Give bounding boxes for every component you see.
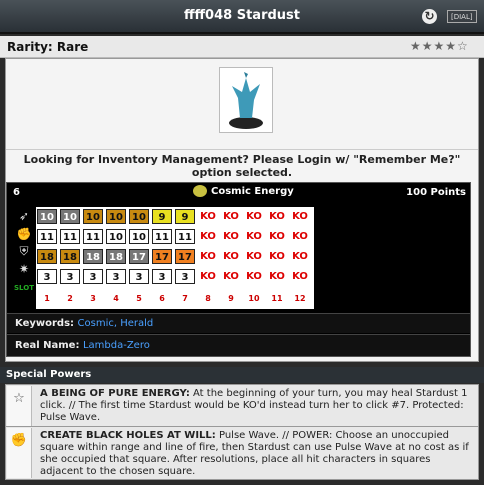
- dial-cell: 18: [37, 249, 57, 264]
- dial-cell: 10: [60, 209, 80, 224]
- real-name-value[interactable]: Lambda-Zero: [83, 340, 150, 351]
- damage-icon: ✷: [18, 261, 30, 276]
- dial-cell: 10: [129, 229, 149, 244]
- refresh-icon[interactable]: ↻: [422, 9, 437, 24]
- slot-number: 9: [228, 294, 234, 303]
- dial-cell: KO: [200, 271, 216, 282]
- title-bar: ffff048 Stardust ↻ [DIAL]: [0, 0, 484, 34]
- dial-cell: 9: [175, 209, 195, 224]
- dial-cell: KO: [223, 231, 239, 242]
- dial-cell: 9: [152, 209, 172, 224]
- dial-cell: 3: [175, 269, 195, 284]
- inventory-message: Looking for Inventory Management? Please…: [6, 149, 478, 181]
- attack-icon: ✊: [16, 226, 32, 241]
- point-value: 100 Points: [406, 187, 466, 198]
- dial-cell: 10: [106, 209, 126, 224]
- dial-cell: KO: [200, 231, 216, 242]
- figure-image: [219, 67, 273, 133]
- dial-cell: 3: [83, 269, 103, 284]
- dial-cell: 11: [60, 229, 80, 244]
- keywords-label: Keywords:: [15, 318, 75, 329]
- fist-icon: ✊: [7, 428, 32, 478]
- dial-cell: 17: [152, 249, 172, 264]
- slot-number: 5: [136, 294, 142, 303]
- dial-cell: 11: [83, 229, 103, 244]
- dial-cell: 17: [175, 249, 195, 264]
- dial-cell: KO: [269, 271, 285, 282]
- power-text: CREATE BLACK HOLES AT WILL: Pulse Wave. …: [40, 430, 474, 478]
- dial-cell: 18: [106, 249, 126, 264]
- dial-cell: KO: [292, 251, 308, 262]
- slot-label: SLOT: [14, 284, 34, 293]
- dial-cell: KO: [223, 251, 239, 262]
- power-name: CREATE BLACK HOLES AT WILL:: [40, 430, 216, 441]
- dial-cell: KO: [269, 211, 285, 222]
- point-marker: 6: [13, 187, 20, 198]
- stat-icons: ➶ ✊ ⛨ ✷ SLOT: [13, 209, 35, 297]
- keyword-title: Cosmic Energy: [211, 186, 294, 197]
- figure-title: ffff048 Stardust: [184, 8, 300, 23]
- dial-cell: KO: [292, 231, 308, 242]
- slot-number: 12: [294, 294, 306, 303]
- rarity-label: Rarity: Rare: [7, 40, 89, 54]
- dial-cell: 10: [83, 209, 103, 224]
- dial-cell: 3: [60, 269, 80, 284]
- speed-icon: ➶: [18, 209, 30, 223]
- slot-number: 1: [44, 294, 50, 303]
- dial-cell: 18: [83, 249, 103, 264]
- combat-dial: 6 Cosmic Energy 100 Points ➶ ✊ ⛨ ✷ SLOT …: [6, 182, 471, 357]
- dial-header: 6 Cosmic Energy 100 Points: [7, 183, 470, 203]
- dial-cell: 11: [175, 229, 195, 244]
- slot-number: 7: [182, 294, 188, 303]
- dial-cell: KO: [269, 231, 285, 242]
- dial-cell: KO: [246, 231, 262, 242]
- dial-cell: 11: [152, 229, 172, 244]
- dial-cell: KO: [223, 271, 239, 282]
- slot-number: 8: [205, 294, 211, 303]
- dial-cell: 3: [106, 269, 126, 284]
- dial-cell: KO: [200, 251, 216, 262]
- slot-number: 10: [248, 294, 260, 303]
- dial-button[interactable]: [DIAL]: [447, 10, 477, 23]
- real-name-row: Real Name: Lambda-Zero: [7, 334, 470, 356]
- dial-cell: 11: [37, 229, 57, 244]
- keywords-row: Keywords: Cosmic, Herald: [7, 313, 470, 333]
- dial-cell: 3: [37, 269, 57, 284]
- dial-grid: 10 10 10 10 10 9 9 KO KO KO KO KO 11 11 11 10 10 11 11 KO KO…: [36, 207, 314, 309]
- dial-cell: KO: [246, 251, 262, 262]
- rating-stars[interactable]: ★★★★☆: [410, 39, 469, 53]
- power-create-black-holes: ✊ CREATE BLACK HOLES AT WILL: Pulse Wave…: [5, 426, 479, 480]
- dial-cell: KO: [223, 211, 239, 222]
- cosmic-energy-icon: [193, 185, 207, 197]
- slot-number: 11: [271, 294, 283, 303]
- dial-cell: KO: [269, 251, 285, 262]
- power-name: A BEING OF PURE ENERGY:: [40, 388, 190, 399]
- dial-cell: 3: [129, 269, 149, 284]
- dial-cell: KO: [246, 271, 262, 282]
- dial-cell: KO: [200, 211, 216, 222]
- dial-cell: 17: [129, 249, 149, 264]
- defense-icon: ⛨: [19, 244, 29, 259]
- dial-cell: KO: [246, 211, 262, 222]
- slot-number: 4: [113, 294, 119, 303]
- dial-cell: 3: [152, 269, 172, 284]
- slot-number: 2: [67, 294, 73, 303]
- dial-keyword: Cosmic Energy: [193, 185, 294, 197]
- slot-number: 6: [159, 294, 165, 303]
- dial-cell: 10: [106, 229, 126, 244]
- power-text: A BEING OF PURE ENERGY: At the beginning…: [40, 388, 474, 424]
- dial-cell: KO: [292, 211, 308, 222]
- real-name-label: Real Name:: [15, 340, 80, 351]
- dial-cell: 10: [37, 209, 57, 224]
- slot-number: 3: [90, 294, 96, 303]
- keywords-value[interactable]: Cosmic, Herald: [78, 318, 154, 329]
- dial-cell: KO: [292, 271, 308, 282]
- dial-cell: 18: [60, 249, 80, 264]
- rarity-bar: Rarity: Rare ★★★★☆: [0, 36, 484, 58]
- star-icon: ☆: [7, 386, 32, 426]
- dial-cell: 10: [129, 209, 149, 224]
- special-powers-heading: Special Powers: [0, 367, 484, 383]
- power-a-being-of-pure-energy: ☆ A BEING OF PURE ENERGY: At the beginni…: [5, 384, 479, 428]
